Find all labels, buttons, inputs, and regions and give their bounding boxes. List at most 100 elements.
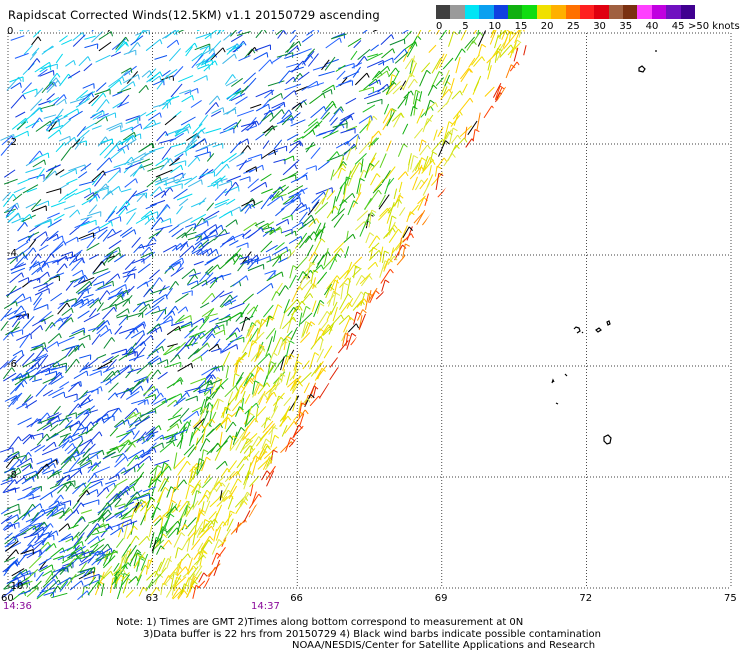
wind-barb bbox=[346, 98, 356, 104]
wind-barb-tick bbox=[47, 434, 50, 438]
wind-barb-tick bbox=[248, 139, 249, 144]
wind-barb-tick bbox=[23, 294, 25, 299]
wind-barb bbox=[32, 37, 38, 45]
wind-barb bbox=[215, 189, 227, 201]
wind-barb bbox=[175, 178, 192, 183]
wind-barb bbox=[144, 385, 153, 397]
wind-barb-tick bbox=[207, 343, 209, 348]
wind-barb bbox=[224, 33, 233, 41]
wind-barb bbox=[43, 421, 58, 430]
wind-barb-tick bbox=[20, 83, 21, 88]
wind-barb bbox=[460, 22, 462, 34]
wind-barb bbox=[233, 276, 247, 286]
wind-barb bbox=[204, 578, 209, 588]
wind-barb bbox=[326, 38, 340, 48]
wind-barb-tick bbox=[77, 237, 78, 242]
wind-barb bbox=[312, 255, 318, 264]
wind-barb-tick bbox=[163, 534, 166, 538]
wind-barb-tick bbox=[149, 247, 151, 251]
wind-barb bbox=[394, 49, 405, 60]
wind-barb bbox=[238, 25, 248, 33]
wind-barb bbox=[330, 109, 340, 122]
wind-barb bbox=[156, 170, 173, 177]
wind-barb-tick bbox=[106, 325, 108, 330]
wind-barb bbox=[242, 304, 249, 314]
wind-barb-tick bbox=[82, 436, 83, 441]
wind-barb-tick bbox=[439, 71, 443, 75]
wind-barb-tick bbox=[51, 219, 52, 224]
wind-barb-tick bbox=[167, 360, 168, 365]
wind-barb bbox=[92, 334, 100, 345]
wind-barb-tick bbox=[392, 216, 396, 219]
wind-barb-tick bbox=[187, 242, 189, 247]
wind-barb-tick bbox=[67, 303, 70, 307]
wind-barb bbox=[222, 239, 233, 245]
wind-barb bbox=[287, 134, 298, 140]
wind-barb-tick bbox=[158, 370, 161, 374]
wind-barb bbox=[88, 536, 98, 544]
wind-barb-tick bbox=[240, 207, 241, 212]
wind-barb-tick bbox=[17, 203, 19, 208]
wind-barb bbox=[22, 24, 31, 31]
wind-barb bbox=[43, 442, 55, 451]
wind-barb bbox=[137, 363, 150, 374]
wind-barb-tick bbox=[41, 550, 42, 555]
wind-barb bbox=[236, 372, 243, 384]
wind-barb-tick bbox=[24, 575, 25, 580]
wind-barb-tick bbox=[31, 334, 32, 339]
footnote-line-2: 3)Data buffer is 22 hrs from 20150729 4)… bbox=[143, 629, 601, 640]
wind-barb bbox=[97, 99, 107, 111]
wind-barb-tick bbox=[399, 199, 402, 203]
wind-barb bbox=[506, 65, 511, 78]
wind-barb bbox=[368, 262, 376, 269]
wind-barb-tick bbox=[144, 322, 145, 327]
wind-barb bbox=[193, 318, 203, 324]
wind-barb-tick bbox=[252, 259, 253, 264]
wind-barb-tick bbox=[29, 452, 32, 456]
wind-barb bbox=[231, 523, 241, 535]
wind-barb bbox=[287, 42, 294, 52]
wind-barb-tick bbox=[97, 194, 99, 198]
wind-barb bbox=[418, 25, 424, 37]
wind-barb-tick bbox=[335, 206, 338, 210]
wind-barb bbox=[125, 179, 136, 188]
wind-barb-tick bbox=[131, 519, 132, 524]
wind-barb-tick bbox=[108, 544, 111, 548]
wind-barb-tick bbox=[170, 187, 173, 191]
wind-barb bbox=[514, 22, 520, 31]
wind-barb bbox=[372, 71, 379, 80]
wind-barb bbox=[116, 539, 123, 548]
wind-barb bbox=[167, 556, 171, 568]
wind-barb-tick bbox=[213, 488, 217, 491]
wind-barb-tick bbox=[101, 481, 102, 486]
wind-barb bbox=[162, 70, 170, 76]
wind-barb-tick bbox=[320, 303, 324, 306]
wind-barb bbox=[32, 48, 39, 56]
wind-barb bbox=[29, 496, 41, 499]
wind-barb bbox=[390, 39, 405, 45]
wind-barb bbox=[43, 390, 53, 396]
wind-barb-tick bbox=[103, 450, 104, 455]
wind-barb-tick bbox=[193, 566, 196, 570]
wind-barb-tick bbox=[182, 258, 183, 263]
wind-barb-tick bbox=[270, 60, 272, 64]
wind-barb bbox=[262, 150, 275, 159]
wind-barb-tick bbox=[62, 236, 63, 241]
wind-barb bbox=[178, 76, 193, 82]
wind-barb-tick bbox=[87, 371, 88, 376]
wind-barb-tick bbox=[267, 383, 270, 387]
wind-barb bbox=[190, 349, 200, 356]
wind-barb-tick bbox=[481, 20, 485, 23]
wind-barb bbox=[318, 272, 327, 284]
wind-barb bbox=[167, 40, 177, 48]
wind-barb-tick bbox=[160, 358, 161, 363]
wind-barb bbox=[94, 282, 104, 286]
wind-barb bbox=[28, 175, 44, 180]
wind-barb-tick bbox=[241, 427, 245, 430]
wind-barb bbox=[353, 192, 361, 207]
wind-barb-tick bbox=[237, 328, 240, 332]
wind-barb-tick bbox=[30, 297, 31, 302]
wind-barb bbox=[145, 395, 155, 399]
wind-barb bbox=[85, 44, 98, 48]
wind-barb-tick bbox=[377, 236, 380, 240]
